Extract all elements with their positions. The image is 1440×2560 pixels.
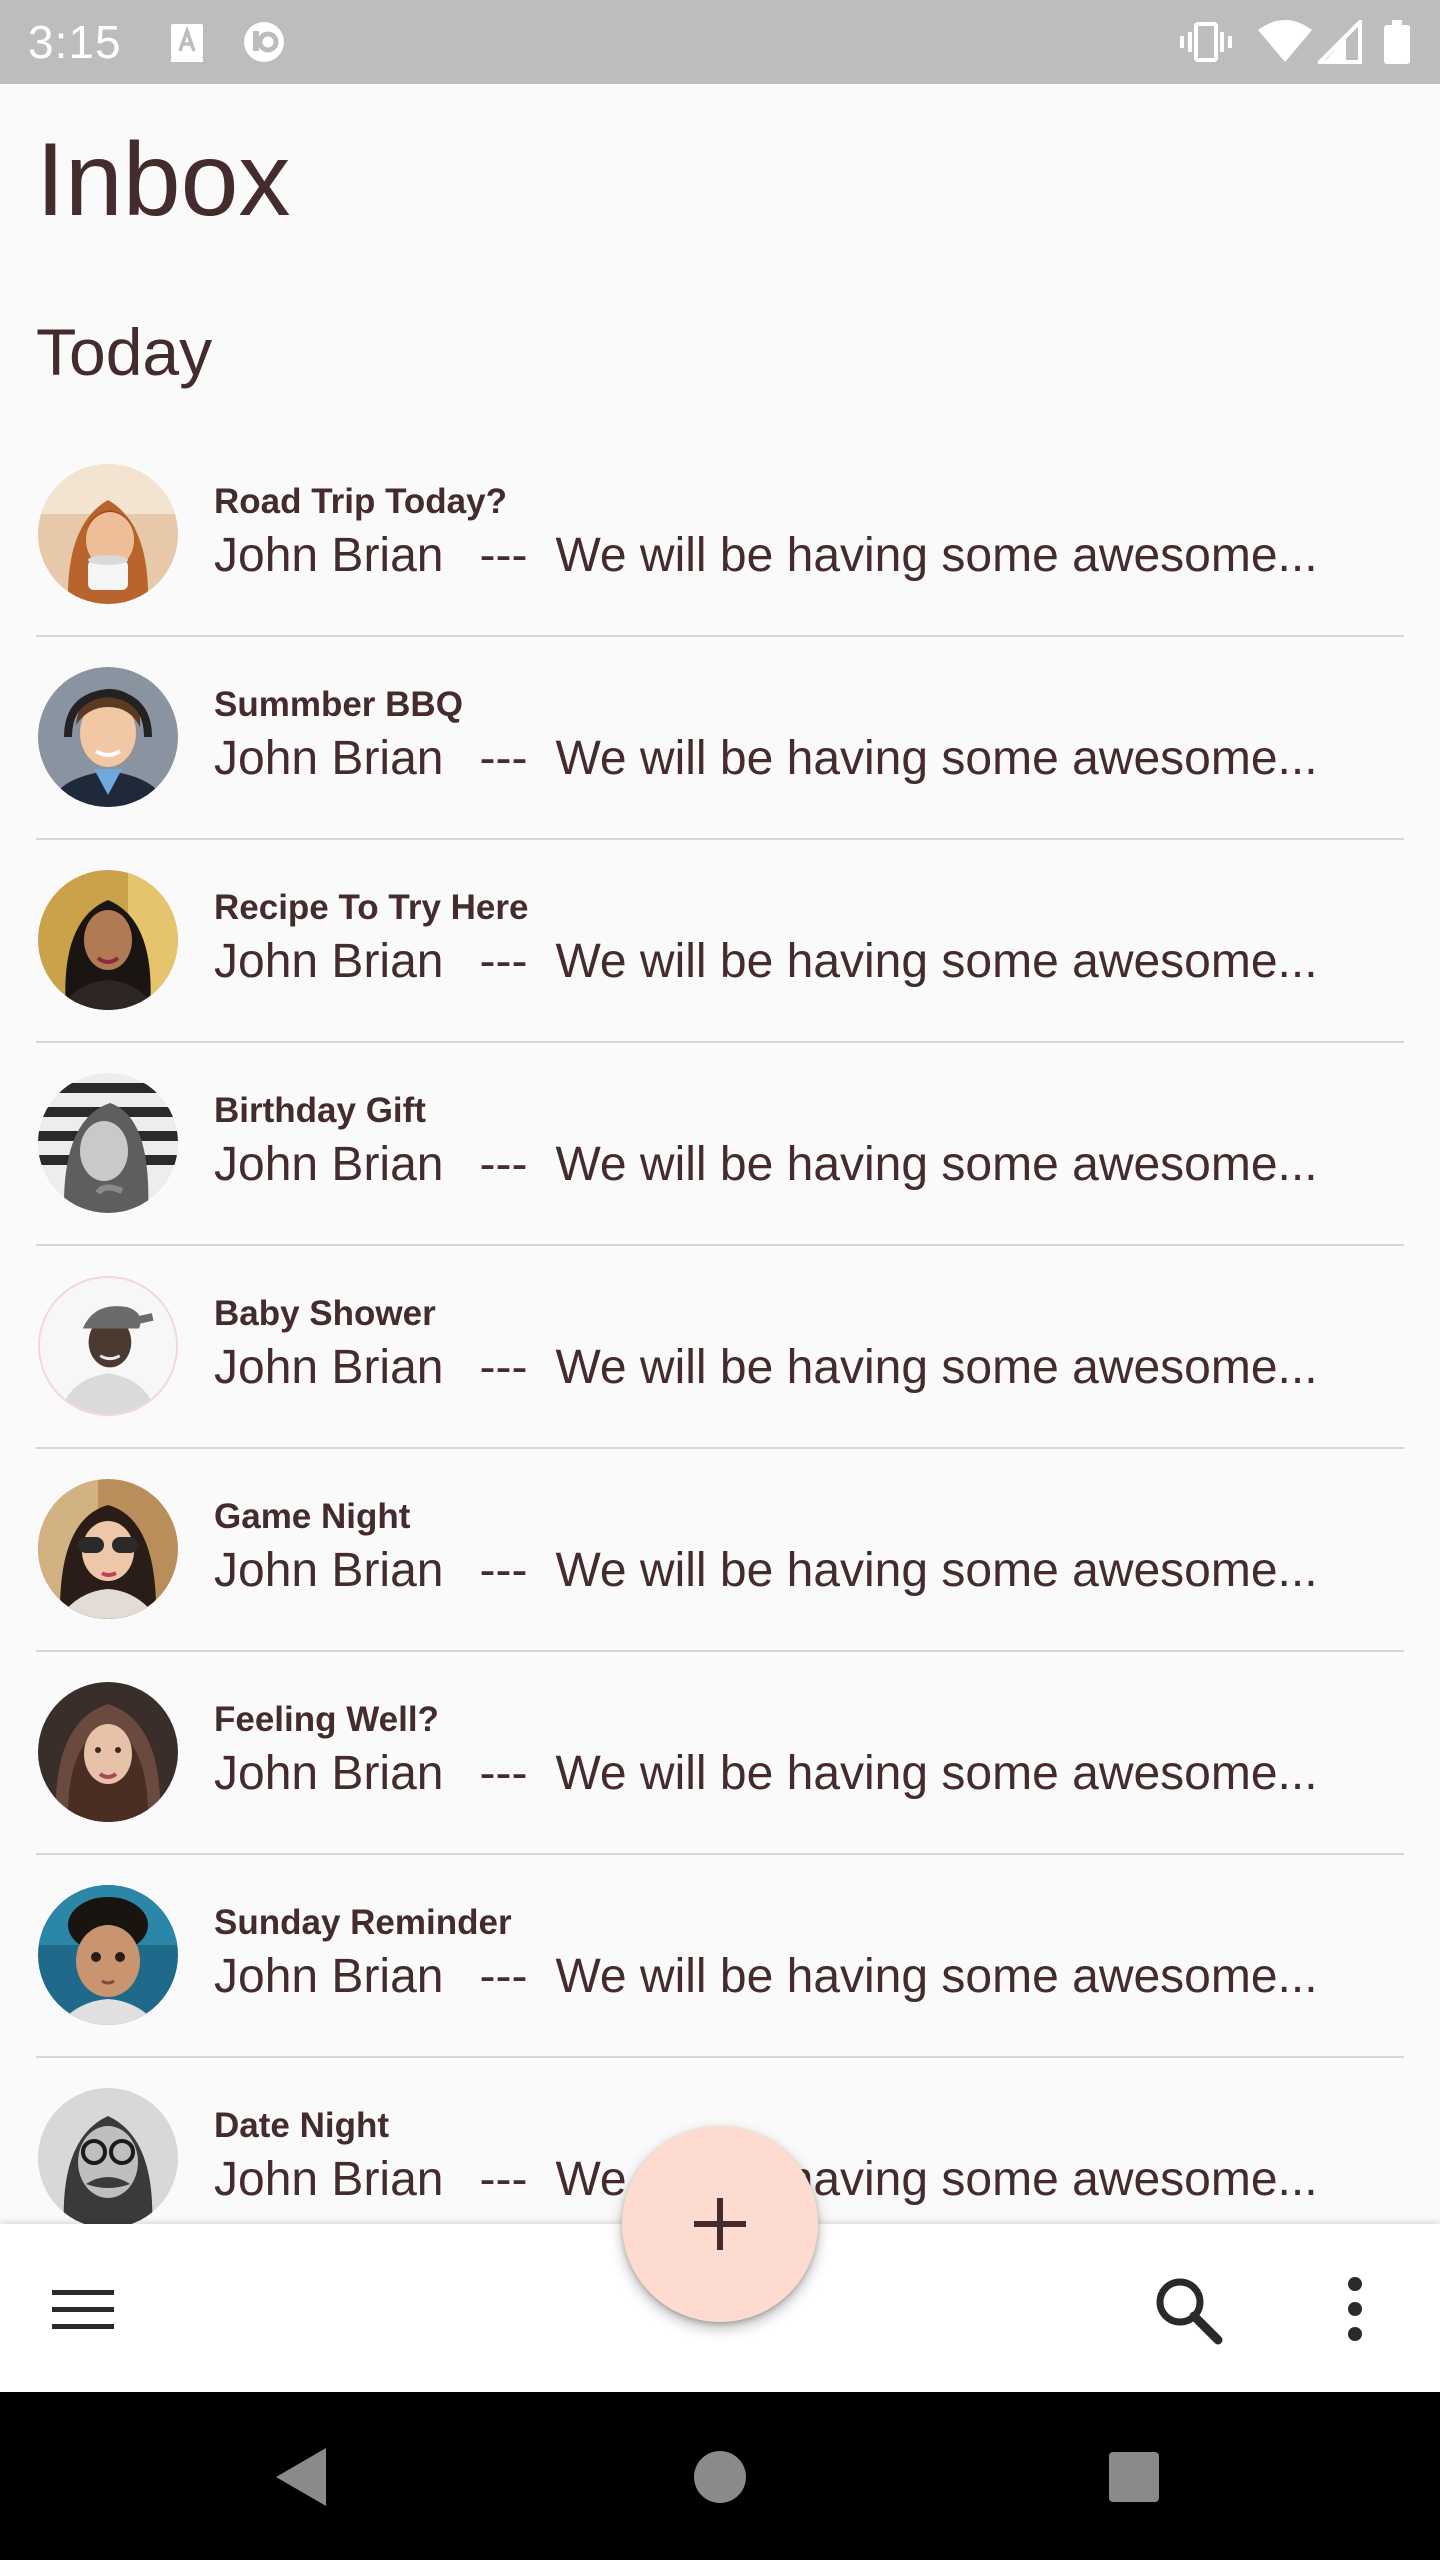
email-summary: John Brian --- We will be having some awes… (214, 526, 1318, 586)
email-sender: John Brian (214, 2153, 444, 2206)
email-subject: Recipe To Try Here (214, 888, 529, 927)
recents-icon[interactable] (1089, 2432, 1179, 2522)
email-subject: Game Night (214, 1497, 411, 1536)
compose-fab[interactable] (622, 2126, 818, 2322)
email-separator: --- (479, 1544, 528, 1597)
email-summary: John Brian --- We will be having some awes… (214, 1947, 1318, 2007)
email-subject: Date Night (214, 2106, 389, 2145)
email-preview: We will be having some awesome... (555, 529, 1318, 582)
email-list-item[interactable]: Sunday Reminder John Brian --- We will be … (0, 1855, 1440, 2058)
email-separator: --- (479, 1747, 528, 1800)
email-subject: Baby Shower (214, 1294, 436, 1333)
email-preview: We will be having some awesome... (555, 732, 1318, 785)
section-title: Today (36, 315, 213, 389)
email-sender: John Brian (214, 1138, 444, 1191)
email-separator: --- (479, 935, 528, 988)
email-summary: John Brian --- We will be having some awes… (214, 932, 1318, 992)
signal-icon (1318, 20, 1362, 64)
email-list-item[interactable]: Feeling Well? John Brian --- We will be ha… (0, 1652, 1440, 1855)
email-subject: Sunday Reminder (214, 1903, 512, 1942)
back-icon[interactable] (256, 2432, 346, 2522)
email-sender: John Brian (214, 1950, 444, 2003)
email-separator: --- (479, 1138, 528, 1191)
email-list-item[interactable]: Recipe To Try Here John Brian --- We will … (0, 840, 1440, 1043)
email-summary: John Brian --- We will be having some awes… (214, 729, 1318, 789)
email-sender: John Brian (214, 935, 444, 988)
avatar (38, 1479, 178, 1619)
email-preview: We will be having some awesome... (555, 935, 1318, 988)
text-a-icon (171, 24, 203, 62)
email-sender: John Brian (214, 1544, 444, 1597)
email-sender: John Brian (214, 732, 444, 785)
email-subject: Road Trip Today? (214, 482, 507, 521)
avatar (38, 464, 178, 604)
email-separator: --- (479, 529, 528, 582)
avatar (38, 2088, 178, 2224)
system-nav-bar (0, 2392, 1440, 2560)
add-icon (694, 2198, 746, 2250)
email-subject: Feeling Well? (214, 1700, 439, 1739)
email-preview: We will be having some awesome... (555, 1138, 1318, 1191)
email-sender: John Brian (214, 529, 444, 582)
email-preview: We will be having some awesome... (555, 1341, 1318, 1394)
email-list-item[interactable]: Summber BBQ John Brian --- We will be havi… (0, 637, 1440, 840)
inbox-screen: 3:15 Inbox Today Road Trip Today? John B… (0, 0, 1440, 2560)
email-preview: We will be having some awesome... (555, 1950, 1318, 2003)
search-icon[interactable] (1142, 2264, 1232, 2354)
email-summary: John Brian --- We will be having some awes… (214, 1338, 1318, 1398)
email-list-item[interactable]: Road Trip Today? John Brian --- We will be… (0, 434, 1440, 637)
email-separator: --- (479, 732, 528, 785)
email-sender: John Brian (214, 1341, 444, 1394)
avatar (38, 667, 178, 807)
avatar (38, 1276, 178, 1416)
email-separator: --- (479, 1950, 528, 2003)
home-icon[interactable] (675, 2432, 765, 2522)
vibrate-icon (1180, 22, 1232, 62)
battery-icon (1384, 20, 1410, 64)
email-summary: John Brian --- We will be having some awes… (214, 1135, 1318, 1195)
more-vert-icon[interactable] (1310, 2264, 1400, 2354)
page-title: Inbox (36, 122, 291, 238)
avatar (38, 1073, 178, 1213)
email-separator: --- (479, 1341, 528, 1394)
email-preview: We will be having some awesome... (555, 1747, 1318, 1800)
avatar (38, 1885, 178, 2025)
email-summary: John Brian --- We will be having some awes… (214, 1744, 1318, 1804)
menu-icon[interactable] (38, 2264, 128, 2354)
email-list-item[interactable]: Baby Shower John Brian --- We will be havi… (0, 1246, 1440, 1449)
avatar (38, 870, 178, 1010)
email-list[interactable]: Road Trip Today? John Brian --- We will be… (0, 434, 1440, 2224)
email-sender: John Brian (214, 1747, 444, 1800)
email-list-item[interactable]: Game Night John Brian --- We will be havin… (0, 1449, 1440, 1652)
email-list-item[interactable]: Birthday Gift John Brian --- We will be ha… (0, 1043, 1440, 1246)
email-subject: Summber BBQ (214, 685, 463, 724)
status-time: 3:15 (28, 16, 122, 68)
email-subject: Birthday Gift (214, 1091, 426, 1130)
email-summary: John Brian --- We will be having some awes… (214, 1541, 1318, 1601)
avatar (38, 1682, 178, 1822)
email-separator: --- (479, 2153, 528, 2206)
sync-circle-icon (244, 22, 284, 62)
status-bar: 3:15 (0, 0, 1440, 84)
wifi-icon (1258, 20, 1312, 62)
email-preview: We will be having some awesome... (555, 1544, 1318, 1597)
